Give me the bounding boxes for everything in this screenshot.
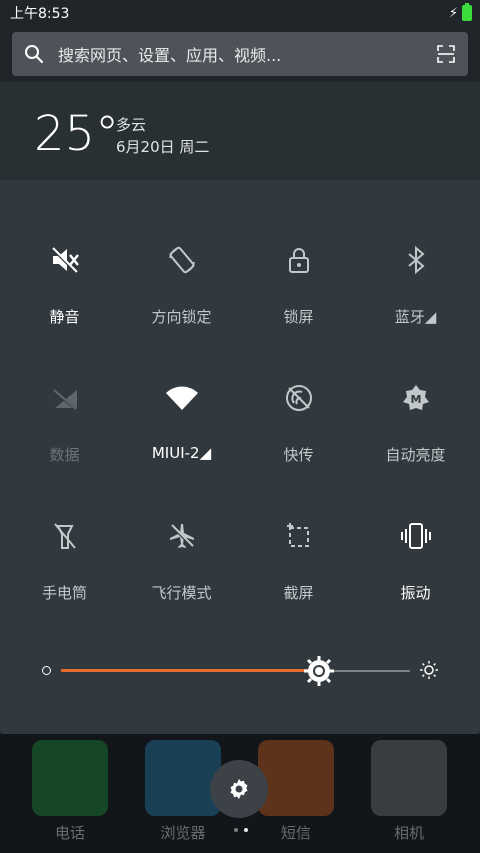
- toggle-wifi[interactable]: MIUI-2◢: [123, 362, 240, 500]
- gear-icon: [230, 779, 248, 799]
- toggle-bluetooth[interactable]: 蓝牙◢: [357, 224, 474, 362]
- phone-app-icon[interactable]: [32, 740, 108, 816]
- toggle-label: 锁屏: [283, 308, 314, 326]
- screenshot-icon: [279, 516, 319, 556]
- weather-date: 6月20日 周二: [116, 138, 210, 156]
- vibrate-icon: [396, 516, 436, 556]
- rotation-lock-icon: [162, 240, 202, 280]
- toggle-screenshot[interactable]: 截屏: [240, 500, 357, 638]
- brightness-high-icon: [420, 661, 438, 679]
- flashlight-icon: [45, 516, 85, 556]
- toggle-airplane-mode[interactable]: 飞行模式: [123, 500, 240, 638]
- charging-icon: ⚡: [448, 5, 458, 21]
- toggle-label: 快传: [283, 446, 314, 464]
- toggle-quick-transfer[interactable]: 快传: [240, 362, 357, 500]
- page-dot: [234, 828, 238, 832]
- battery-icon: [462, 3, 472, 21]
- toggle-label: 数据: [49, 446, 80, 464]
- lock-icon: [279, 240, 319, 280]
- camera-app-icon[interactable]: [371, 740, 447, 816]
- toggle-flashlight[interactable]: 手电筒: [6, 500, 123, 638]
- quick-settings-panel: 静音 方向锁定 锁屏 蓝牙◢ 数据 MIUI-2◢ 快传 M 自动亮度 手电筒 …: [0, 180, 480, 734]
- status-icons: ⚡: [448, 3, 472, 21]
- brightness-slider[interactable]: [0, 650, 480, 690]
- auto-brightness-icon: M: [396, 378, 436, 418]
- toggle-label: 飞行模式: [151, 584, 212, 602]
- brightness-fill: [61, 669, 320, 672]
- brightness-low-icon: [42, 666, 51, 675]
- airplane-icon: [162, 516, 202, 556]
- toggle-mobile-data[interactable]: 数据: [6, 362, 123, 500]
- toggle-mute[interactable]: 静音: [6, 224, 123, 362]
- page-dot-active: [244, 828, 248, 832]
- mobile-data-icon: [45, 378, 85, 418]
- toggle-label: 手电筒: [41, 584, 87, 602]
- status-bar: 上午8:53 ⚡: [0, 0, 480, 26]
- toggle-label: 方向锁定: [151, 308, 212, 326]
- toggle-label: 截屏: [283, 584, 314, 602]
- scan-icon[interactable]: [436, 44, 456, 64]
- toggle-rotation-lock[interactable]: 方向锁定: [123, 224, 240, 362]
- weather-temperature: 25°: [34, 106, 120, 162]
- toggle-label: 蓝牙◢: [394, 308, 437, 326]
- toggle-label: 静音: [49, 308, 80, 326]
- toggle-label: MIUI-2◢: [151, 444, 212, 462]
- quick-transfer-icon: [279, 378, 319, 418]
- toggle-label: 自动亮度: [385, 446, 446, 464]
- search-icon: [25, 45, 44, 64]
- bluetooth-icon: [396, 240, 436, 280]
- messages-app-icon[interactable]: [258, 740, 334, 816]
- browser-app-icon[interactable]: [145, 740, 221, 816]
- toggle-label: 振动: [400, 584, 431, 602]
- toggle-lock-screen[interactable]: 锁屏: [240, 224, 357, 362]
- toggle-auto-brightness[interactable]: M 自动亮度: [357, 362, 474, 500]
- wifi-icon: [162, 378, 202, 418]
- mute-icon: [45, 240, 85, 280]
- app-label: 浏览器: [160, 824, 206, 842]
- weather-widget[interactable]: 25° 多云 6月20日 周二: [0, 82, 480, 180]
- search-input[interactable]: 搜索网页、设置、应用、视频...: [58, 42, 436, 66]
- weather-condition: 多云: [116, 116, 147, 134]
- app-label: 电话: [54, 824, 85, 842]
- status-time: 上午8:53: [10, 6, 70, 22]
- app-label: 短信: [280, 824, 311, 842]
- svg-text:M: M: [410, 393, 421, 406]
- page-indicator: [234, 828, 248, 832]
- brightness-thumb[interactable]: [303, 655, 335, 687]
- app-label: 相机: [393, 824, 424, 842]
- search-bar[interactable]: 搜索网页、设置、应用、视频...: [12, 32, 468, 76]
- toggle-vibrate[interactable]: 振动: [357, 500, 474, 638]
- settings-button[interactable]: [210, 760, 268, 818]
- toggle-grid: 静音 方向锁定 锁屏 蓝牙◢ 数据 MIUI-2◢ 快传 M 自动亮度 手电筒 …: [6, 224, 474, 638]
